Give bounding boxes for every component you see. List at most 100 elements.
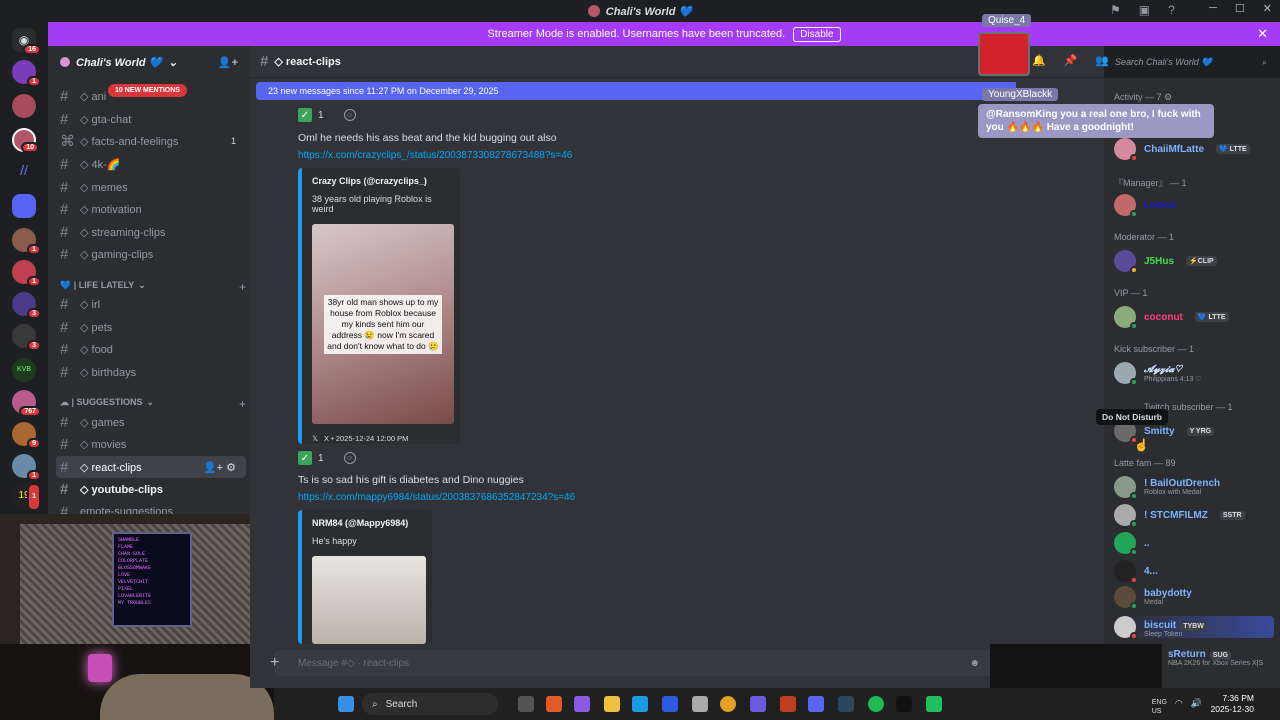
channel-item[interactable]: # ◇ movies: [56, 433, 246, 455]
task-view-icon[interactable]: [518, 696, 534, 712]
checkmark-reaction-icon[interactable]: ✓: [298, 451, 312, 465]
hash-icon: #: [60, 110, 69, 128]
channel-item[interactable]: # ◇ gta-chat: [56, 108, 246, 130]
server-avatar-icon: [587, 5, 600, 17]
category-suggestions[interactable]: ☁ | SUGGESTIONS ⌄ +: [60, 397, 246, 411]
add-channel-icon[interactable]: +: [239, 280, 246, 294]
member-item[interactable]: J5Hus ⚡CLIP: [1114, 250, 1217, 274]
steam-icon[interactable]: [838, 696, 854, 712]
app-icon[interactable]: [692, 696, 708, 712]
attach-plus-icon[interactable]: +: [270, 654, 279, 672]
embed-author[interactable]: Crazy Clips (@crazyclips_): [312, 176, 450, 186]
system-tray[interactable]: ENG US ◠ 🔊: [1152, 698, 1202, 716]
new-mentions-badge[interactable]: 10 NEW MENTIONS: [108, 84, 187, 97]
taskbar-search[interactable]: ⌕ Search: [362, 693, 498, 715]
channel-item[interactable]: # ◇ motivation: [56, 198, 246, 220]
channel-title: ◇ react-clips: [274, 56, 341, 68]
hash-icon: #: [60, 178, 69, 196]
server-icon[interactable]: 3: [12, 292, 41, 319]
server-icon[interactable]: 767: [12, 390, 41, 417]
member-name: Smitty: [1144, 425, 1175, 437]
member-name: sReturn: [1168, 649, 1206, 660]
message-input[interactable]: + Message #◇ · react-clips ☻: [270, 650, 998, 676]
app-icon[interactable]: [926, 696, 942, 712]
discord-icon[interactable]: [808, 696, 824, 712]
channel-item[interactable]: # ◇ youtube-clips: [56, 478, 246, 500]
server-icon[interactable]: 19 1: [12, 483, 41, 511]
embed-video-thumbnail[interactable]: 38yr old man shows up to my house from R…: [312, 224, 454, 424]
channel-item[interactable]: # ◇ pets: [56, 316, 246, 338]
spotify-icon[interactable]: [868, 696, 884, 712]
channel-item[interactable]: # ◇ memes: [56, 176, 246, 198]
server-icon[interactable]: 1: [12, 260, 41, 287]
disable-streamer-button[interactable]: Disable: [793, 26, 841, 42]
server-icon[interactable]: 3: [12, 324, 41, 351]
teams-icon[interactable]: [750, 696, 766, 712]
hash-icon: #: [260, 53, 269, 70]
taskbar-clock[interactable]: 7:36 PM 2025-12-30: [1211, 693, 1254, 715]
tiktok-icon[interactable]: [896, 696, 912, 712]
channel-settings-icon[interactable]: 👤+ ⚙: [203, 461, 236, 474]
server-icon[interactable]: KVB: [12, 358, 36, 382]
app-icon[interactable]: [780, 696, 796, 712]
embed-image[interactable]: [312, 556, 426, 644]
category-life-lately[interactable]: 💙 | LIFE LATELY ⌄ +: [60, 280, 246, 294]
member-item[interactable]: ! BailOutDrench Roblox with Medal: [1114, 476, 1220, 500]
maximize-button[interactable]: ☐: [1235, 2, 1245, 15]
channel-item[interactable]: # ◇ food: [56, 338, 246, 360]
channel-item-active[interactable]: # ◇ react-clips 👤+ ⚙: [56, 456, 246, 478]
message-link[interactable]: https://x.com/crazyclips_/status/2003873…: [298, 150, 572, 161]
add-reaction-icon[interactable]: ☺: [343, 109, 356, 121]
copilot-icon[interactable]: [574, 696, 590, 712]
app-icon[interactable]: [546, 696, 562, 712]
discord-home-icon[interactable]: ◉ 16: [12, 28, 41, 55]
member-category: Moderator — 1: [1114, 232, 1175, 242]
embed-author[interactable]: NRM84 (@Mappy6984): [312, 518, 422, 528]
member-item[interactable]: Lemon: [1114, 194, 1177, 218]
server-icon[interactable]: 9: [12, 422, 41, 449]
chrome-icon[interactable]: [720, 696, 736, 712]
server-icon[interactable]: 1: [12, 454, 41, 481]
channel-item[interactable]: # ◇ streaming-clips: [56, 221, 246, 243]
server-icon[interactable]: 1: [12, 228, 41, 255]
server-icon[interactable]: [12, 94, 36, 118]
member-item[interactable]: biscuit TYBW Sleep Token: [1114, 616, 1274, 640]
edge-icon[interactable]: [632, 696, 648, 712]
member-item[interactable]: 4...: [1114, 560, 1158, 584]
status-tooltip: Do Not Disturb: [1096, 409, 1168, 425]
member-item[interactable]: sReturn SUG NBA 2K26 for Xbox Series X|S: [1168, 646, 1263, 667]
channel-item[interactable]: # ◇ birthdays: [56, 361, 246, 383]
emoji-picker-icon[interactable]: ☻: [969, 658, 980, 669]
new-messages-bar[interactable]: 23 new messages since 11:27 PM on Decemb…: [256, 82, 1016, 100]
server-icon[interactable]: 10: [12, 128, 39, 153]
channel-item[interactable]: # ◇ 4k-🌈: [56, 153, 246, 175]
close-banner-icon[interactable]: ✕: [1257, 26, 1268, 42]
member-item[interactable]: ! STCMFILMZ SSTR: [1114, 504, 1245, 528]
streamer-mode-text: Streamer Mode is enabled. Usernames have…: [487, 28, 786, 40]
windows-start-icon[interactable]: [338, 696, 354, 712]
server-header[interactable]: Chali's World 💙 ⌄ 👤+: [48, 46, 250, 78]
overlay-message: @RansomKing you a real one bro, I fuck w…: [978, 104, 1214, 138]
member-item[interactable]: 𝓐𝔂𝔃𝓲𝓪♡ Philippians 4:13 ♡: [1114, 362, 1202, 386]
reaction-row: ✓ 1 ☺: [298, 451, 356, 465]
file-explorer-icon[interactable]: [604, 696, 620, 712]
checkmark-reaction-icon[interactable]: ✓: [298, 108, 312, 122]
member-item[interactable]: ..: [1114, 532, 1150, 556]
invite-icon[interactable]: 👤+: [218, 56, 238, 69]
channel-item[interactable]: ⌘ ◇ facts-and-feelings 1: [56, 130, 246, 152]
server-icon[interactable]: //: [12, 162, 36, 186]
member-status: Philippians 4:13 ♡: [1144, 375, 1202, 383]
add-reaction-icon[interactable]: ☺: [343, 452, 356, 464]
close-window-button[interactable]: ✕: [1263, 2, 1272, 15]
member-item[interactable]: coconut 💙 LTTE: [1114, 306, 1229, 330]
app-icon[interactable]: [662, 696, 678, 712]
message-link[interactable]: https://x.com/mappy6984/status/200383768…: [298, 492, 575, 503]
channel-item[interactable]: # ◇ gaming-clips: [56, 243, 246, 265]
channel-item[interactable]: # ◇ irl: [56, 293, 246, 315]
server-icon[interactable]: 1: [12, 60, 41, 87]
channel-item[interactable]: # ◇ games: [56, 411, 246, 433]
server-icon[interactable]: [12, 194, 36, 218]
member-item[interactable]: babydotty Medal: [1114, 586, 1192, 610]
server-name: Chali's World 💙: [76, 56, 163, 69]
add-channel-icon[interactable]: +: [239, 397, 246, 411]
